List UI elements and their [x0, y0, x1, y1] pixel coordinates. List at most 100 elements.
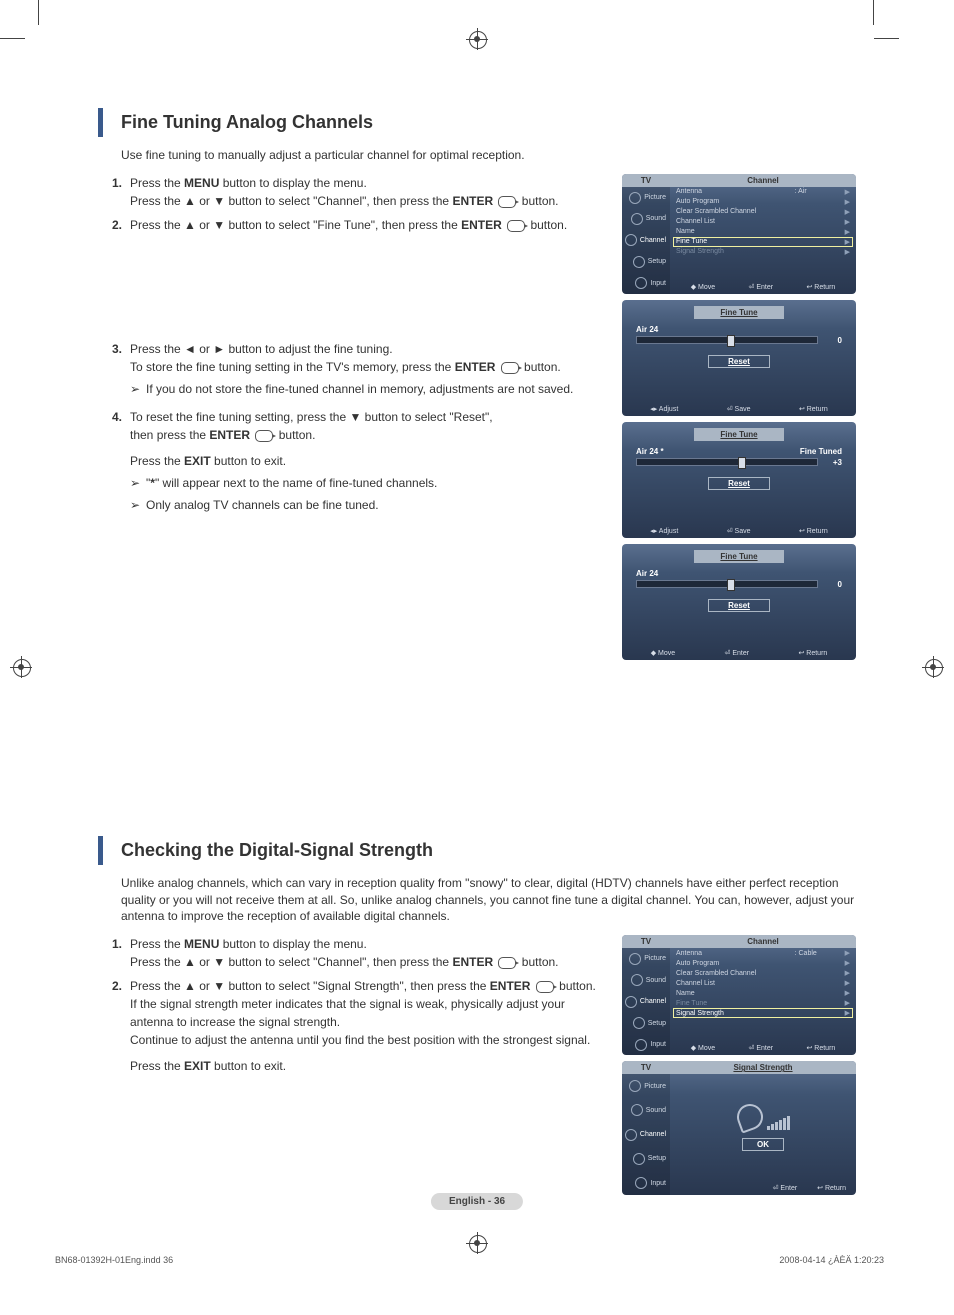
crop-mark	[0, 38, 25, 39]
menu-row: Name▶	[670, 988, 856, 998]
note: If you do not store the fine-tuned chann…	[130, 380, 604, 398]
step-body: Press the ◄ or ► button to adjust the fi…	[130, 340, 604, 402]
step-body: Press the ▲ or ▼ button to select "Signa…	[130, 977, 604, 1075]
sidebar-header: TV	[622, 174, 670, 187]
menu-row: Signal Strength▶	[670, 247, 856, 257]
osd-footer: ◂▸ Adjust⏎ Save↩ Return	[622, 524, 856, 538]
page: Fine Tuning Analog Channels Use fine tun…	[0, 0, 954, 1315]
menu-row: Auto Program▶	[670, 958, 856, 968]
menu-row: Auto Program▶	[670, 197, 856, 207]
menu-row: Clear Scrambled Channel▶	[670, 968, 856, 978]
sidebar-item: Setup	[622, 1012, 670, 1033]
registration-mark-icon	[10, 656, 32, 678]
menu-icon	[629, 192, 641, 204]
sidebar-item: Picture	[622, 187, 670, 208]
osd-title: Fine Tune	[694, 550, 784, 563]
registration-mark-icon	[466, 28, 488, 50]
osd-footer: ◆ Move⏎ Enter↩ Return	[670, 280, 856, 294]
step: 3.Press the ◄ or ► button to adjust the …	[98, 340, 604, 402]
step-body: Press the MENU button to display the men…	[130, 935, 604, 971]
menu-row: Antenna: Cable▶	[670, 948, 856, 958]
menu-row: Channel List▶	[670, 217, 856, 227]
reset-button: Reset	[708, 355, 770, 368]
osd-footer: ◂▸ Adjust⏎ Save↩ Return	[622, 402, 856, 416]
step-number: 1.	[98, 174, 130, 210]
content-area: Fine Tuning Analog Channels Use fine tun…	[98, 108, 856, 1201]
reset-button: Reset	[708, 477, 770, 490]
section-title: Fine Tuning Analog Channels	[98, 108, 856, 137]
menu-row: Fine Tune▶	[673, 237, 853, 247]
steps-list: 1.Press the MENU button to display the m…	[98, 174, 604, 666]
menu-row: Channel List▶	[670, 978, 856, 988]
menu-icon	[625, 234, 637, 246]
sidebar-item: Input	[622, 1034, 670, 1055]
step-body: Press the ▲ or ▼ button to select "Fine …	[130, 216, 604, 234]
sidebar-item: Channel	[622, 991, 670, 1012]
reset-button: Reset	[708, 599, 770, 612]
channel-label: Air 24	[636, 325, 658, 334]
tune-value: 0	[824, 336, 842, 345]
section-title: Checking the Digital-Signal Strength	[98, 836, 856, 865]
step-number: 1.	[98, 935, 130, 971]
menu-icon	[631, 974, 643, 986]
step: 2.Press the ▲ or ▼ button to select "Fin…	[98, 216, 604, 234]
menu-icon	[629, 953, 641, 965]
step: 2.Press the ▲ or ▼ button to select "Sig…	[98, 977, 604, 1075]
osd-title: Fine Tune	[694, 428, 784, 441]
menu-row: Clear Scrambled Channel▶	[670, 207, 856, 217]
osd-signal-strength: TV PictureSoundChannelSetupInput Signal …	[622, 1061, 856, 1195]
sidebar-item: Channel	[622, 230, 670, 251]
osd-fine-tune: Fine TuneAir 240Reset◆ Move⏎ Enter↩ Retu…	[622, 544, 856, 660]
step: 1.Press the MENU button to display the m…	[98, 174, 604, 210]
page-number: English - 36	[431, 1193, 523, 1210]
menu-icon	[625, 1129, 637, 1141]
note: Only analog TV channels can be fine tune…	[130, 496, 604, 514]
status-label: Fine Tuned	[800, 447, 842, 456]
osd-title: Fine Tune	[694, 306, 784, 319]
sidebar-item: Sound	[622, 1098, 670, 1122]
tune-value: 0	[824, 580, 842, 589]
step-number: 3.	[98, 340, 130, 402]
sidebar-item: Input	[622, 1171, 670, 1195]
menu-icon	[631, 213, 643, 225]
crop-mark	[38, 0, 39, 25]
tune-slider	[636, 336, 818, 344]
osd-sidebar: TV PictureSoundChannelSetupInput	[622, 174, 670, 294]
doc-info: BN68-01392H-01Eng.indd 36 2008-04-14 ¿ÀÈ…	[55, 1255, 884, 1265]
step: 4.To reset the fine tuning setting, pres…	[98, 408, 604, 518]
sidebar-item: Setup	[622, 1147, 670, 1171]
sidebar-item: Picture	[622, 948, 670, 969]
step-number: 2.	[98, 977, 130, 1075]
menu-icon	[635, 1039, 647, 1051]
osd-header: Channel	[670, 174, 856, 187]
sidebar-item: Input	[622, 272, 670, 293]
steps-list: 1.Press the MENU button to display the m…	[98, 935, 604, 1201]
step: 1.Press the MENU button to display the m…	[98, 935, 604, 971]
tune-slider	[636, 458, 818, 466]
sidebar-item: Setup	[622, 251, 670, 272]
note: "*" will appear next to the name of fine…	[130, 474, 604, 492]
crop-mark	[873, 0, 874, 25]
crop-mark	[874, 38, 899, 39]
step-number: 4.	[98, 408, 130, 518]
registration-mark-icon	[466, 1232, 488, 1254]
channel-label: Air 24 *	[636, 447, 664, 456]
registration-mark-icon	[922, 656, 944, 678]
osd-channel-menu: TV PictureSoundChannelSetupInput Channel…	[622, 174, 856, 294]
intro-text: Use fine tuning to manually adjust a par…	[98, 147, 856, 164]
menu-icon	[635, 1177, 647, 1189]
step-body: Press the MENU button to display the men…	[130, 174, 604, 210]
osd-title: Signal Strength	[670, 1061, 856, 1074]
osd-column: TV PictureSoundChannelSetupInput Channel…	[622, 935, 856, 1201]
doc-timestamp: 2008-04-14 ¿ÀÈÄ 1:20:23	[779, 1255, 884, 1265]
osd-footer: ◆ Move⏎ Enter↩ Return	[622, 646, 856, 660]
signal-graphic-icon	[737, 1104, 790, 1130]
menu-icon	[633, 1153, 645, 1165]
ok-button: OK	[742, 1138, 784, 1151]
tune-slider	[636, 580, 818, 588]
sidebar-item: Sound	[622, 208, 670, 229]
menu-row: Antenna: Air▶	[670, 187, 856, 197]
osd-column: TV PictureSoundChannelSetupInput Channel…	[622, 174, 856, 666]
menu-icon	[625, 996, 637, 1008]
intro-text: Unlike analog channels, which can vary i…	[98, 875, 856, 925]
